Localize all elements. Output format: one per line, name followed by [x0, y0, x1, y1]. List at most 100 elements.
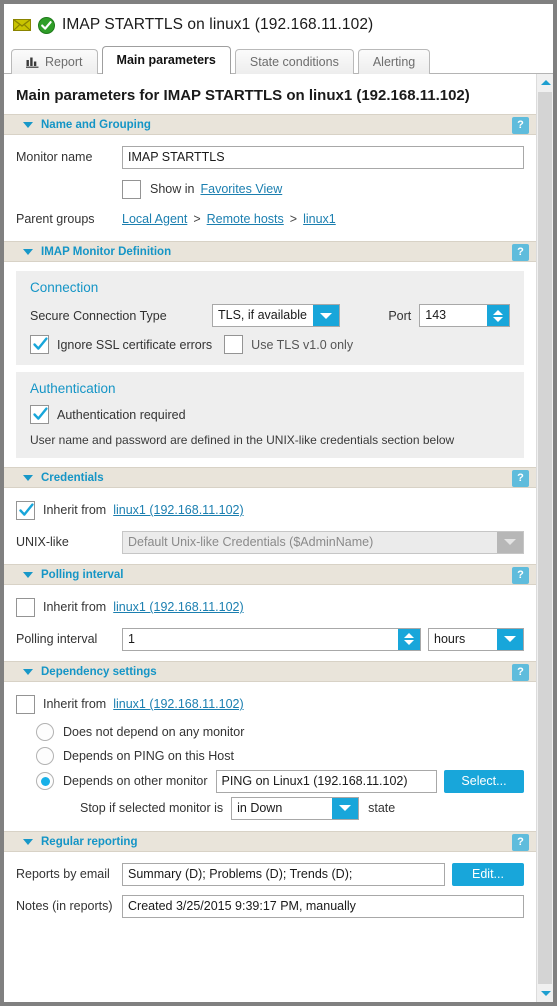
scroll-down-arrow-icon[interactable]: [537, 985, 553, 1002]
section-body-imap-monitor-definition: Connection Secure Connection Type TLS, i…: [4, 262, 536, 467]
port-stepper[interactable]: 143: [419, 304, 510, 327]
secure-connection-type-label: Secure Connection Type: [30, 308, 167, 323]
notes-in-reports-label: Notes (in reports): [16, 899, 113, 913]
select-monitor-button[interactable]: Select...: [444, 769, 524, 793]
chevron-down-icon: [23, 121, 33, 128]
stop-if-label: Stop if selected monitor is: [80, 801, 224, 815]
ignore-ssl-errors-checkbox[interactable]: [30, 335, 49, 354]
vertical-scrollbar[interactable]: [536, 74, 553, 1002]
edit-reports-button[interactable]: Edit...: [452, 862, 524, 886]
radio-depends-on-other-monitor[interactable]: [36, 772, 54, 790]
page-title: Main parameters for IMAP STARTTLS on lin…: [16, 87, 470, 104]
green-check-circle-icon: [38, 16, 55, 34]
polling-interval-stepper[interactable]: 1: [122, 627, 421, 651]
unix-like-credentials-value: Default Unix-like Credentials ($AdminNam…: [128, 534, 374, 549]
window-titlebar: IMAP STARTTLS on linux1 (192.168.11.102): [4, 4, 553, 46]
scrollbar-thumb[interactable]: [538, 92, 552, 984]
chevron-down-icon: [23, 571, 33, 578]
chevron-down-icon[interactable]: [332, 797, 359, 819]
help-button[interactable]: ?: [512, 470, 529, 487]
parent-group-link-linux1[interactable]: linux1: [303, 212, 336, 226]
parent-group-link-remote-hosts[interactable]: Remote hosts: [207, 212, 284, 226]
tab-report[interactable]: Report: [11, 49, 98, 74]
chevron-down-icon: [23, 248, 33, 255]
help-button[interactable]: ?: [512, 567, 529, 584]
section-title: IMAP Monitor Definition: [41, 245, 172, 258]
scroll-up-arrow-icon[interactable]: [537, 74, 553, 91]
parent-groups-label: Parent groups: [16, 212, 95, 226]
section-header-regular-reporting[interactable]: Regular reporting ?: [4, 831, 536, 852]
dependency-inherit-link[interactable]: linux1 (192.168.11.102): [113, 697, 243, 711]
tab-state-conditions[interactable]: State conditions: [234, 49, 354, 74]
help-button[interactable]: ?: [512, 117, 529, 134]
chevron-down-icon: [23, 838, 33, 845]
help-button[interactable]: ?: [512, 244, 529, 261]
credentials-inherit-label: Inherit from: [43, 503, 107, 517]
section-header-dependency-settings[interactable]: Dependency settings ?: [4, 661, 536, 682]
breadcrumb-separator: >: [289, 212, 298, 226]
credentials-inherit-link[interactable]: linux1 (192.168.11.102): [113, 503, 243, 517]
polling-inherit-link[interactable]: linux1 (192.168.11.102): [113, 600, 243, 614]
state-label: state: [368, 801, 396, 815]
polling-inherit-label: Inherit from: [43, 600, 107, 614]
check-icon: [33, 337, 48, 350]
mail-envelope-icon: [13, 18, 31, 31]
show-in-label: Show in: [150, 182, 195, 196]
radio-depends-on-ping[interactable]: [36, 747, 54, 765]
secure-connection-type-value: TLS, if available: [218, 308, 307, 322]
notes-in-reports-input[interactable]: Created 3/25/2015 9:39:17 PM, manually: [122, 894, 524, 918]
polling-interval-units-dropdown[interactable]: hours: [428, 627, 524, 651]
other-monitor-input[interactable]: PING on Linux1 (192.168.11.102): [215, 769, 437, 793]
chevron-down-icon[interactable]: [497, 628, 523, 650]
radio-depends-on-other-monitor-label: Depends on other monitor: [63, 774, 208, 788]
use-tls10-only-label: Use TLS v1.0 only: [251, 337, 354, 352]
show-in-favorites-checkbox[interactable]: [122, 179, 141, 199]
section-title: Dependency settings: [41, 665, 157, 678]
monitor-name-label: Monitor name: [16, 150, 93, 164]
stepper-arrows-icon[interactable]: [398, 628, 420, 650]
section-title: Credentials: [41, 471, 104, 484]
section-header-credentials[interactable]: Credentials ?: [4, 467, 536, 488]
parent-group-link-local-agent[interactable]: Local Agent: [122, 212, 187, 226]
section-title: Name and Grouping: [41, 118, 151, 131]
section-body-name-and-grouping: Monitor name IMAP STARTTLS Show in Favor…: [4, 135, 536, 241]
help-button[interactable]: ?: [512, 834, 529, 851]
chevron-down-icon[interactable]: [497, 531, 523, 553]
section-body-polling-interval: Inherit from linux1 (192.168.11.102) Pol…: [4, 585, 536, 661]
check-icon: [33, 407, 48, 420]
check-icon: [19, 502, 34, 516]
tab-main-parameters[interactable]: Main parameters: [101, 46, 231, 74]
polling-inherit-checkbox[interactable]: [16, 597, 35, 617]
window-title: IMAP STARTTLS on linux1 (192.168.11.102): [62, 16, 374, 33]
authentication-required-label: Authentication required: [57, 407, 186, 422]
help-button[interactable]: ?: [512, 664, 529, 681]
section-header-name-and-grouping[interactable]: Name and Grouping ?: [4, 114, 536, 135]
chevron-down-icon: [23, 474, 33, 481]
tab-alerting[interactable]: Alerting: [357, 49, 431, 74]
secure-connection-type-dropdown[interactable]: TLS, if available: [212, 304, 341, 327]
authentication-panel-title: Authentication: [30, 381, 116, 396]
unix-like-label: UNIX-like: [16, 535, 69, 549]
polling-interval-value: 1: [128, 631, 135, 646]
radio-no-dependency[interactable]: [36, 723, 54, 741]
port-value: 143: [425, 308, 447, 322]
authentication-required-checkbox[interactable]: [30, 405, 49, 424]
ignore-ssl-errors-label: Ignore SSL certificate errors: [57, 337, 213, 352]
use-tls10-only-checkbox[interactable]: [224, 335, 244, 354]
reports-by-email-input[interactable]: Summary (D); Problems (D); Trends (D);: [122, 862, 445, 886]
section-title: Regular reporting: [41, 835, 138, 848]
favorites-view-link[interactable]: Favorites View: [200, 182, 282, 196]
stop-if-state-dropdown[interactable]: in Down: [231, 796, 360, 820]
stepper-arrows-icon[interactable]: [487, 305, 509, 326]
monitor-name-input[interactable]: IMAP STARTTLS: [122, 145, 524, 169]
chevron-down-icon[interactable]: [313, 305, 340, 326]
polling-interval-units-value: hours: [434, 631, 466, 646]
main-content-pane: Main parameters for IMAP STARTTLS on lin…: [4, 74, 536, 1002]
unix-like-credentials-dropdown[interactable]: Default Unix-like Credentials ($AdminNam…: [122, 530, 524, 554]
credentials-inherit-checkbox[interactable]: [16, 500, 35, 520]
section-header-imap-monitor-definition[interactable]: IMAP Monitor Definition ?: [4, 241, 536, 262]
tab-state-conditions-label: State conditions: [249, 55, 339, 69]
chevron-down-icon: [23, 668, 33, 675]
section-header-polling-interval[interactable]: Polling interval ?: [4, 564, 536, 585]
dependency-inherit-checkbox[interactable]: [16, 694, 35, 714]
